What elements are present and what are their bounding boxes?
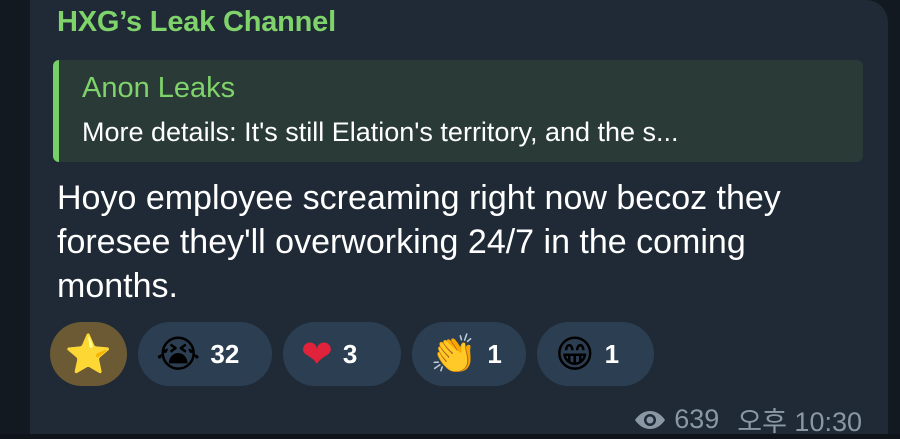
reaction-crying-button[interactable]: 😭 32	[138, 322, 272, 386]
view-count: 639	[674, 404, 720, 434]
message-text: Hoyo employee screaming right now becoz …	[57, 179, 781, 305]
message-meta: 639 오후 10:30	[634, 400, 862, 439]
reply-author: Anon Leaks	[82, 72, 236, 104]
reply-accent-bar	[53, 60, 59, 162]
channel-name[interactable]: HXG’s Leak Channel	[57, 6, 336, 39]
reaction-grin-button[interactable]: 😁 1	[537, 322, 654, 386]
reply-text: More details: It's still Elation's terri…	[82, 117, 679, 147]
reaction-heart-button[interactable]: ❤ 3	[283, 322, 401, 386]
reply-preview[interactable]: Anon Leaks More details: It's still Elat…	[53, 60, 863, 162]
reactions-bar: ⭐ 😭 32 ❤ 3 👏 1 😁 1	[50, 322, 654, 386]
star-icon: ⭐	[64, 332, 113, 376]
reaction-clap-button[interactable]: 👏 1	[412, 322, 526, 386]
reaction-count: 1	[604, 338, 620, 369]
crying-face-icon: 😭	[156, 332, 201, 376]
reaction-count: 32	[210, 338, 240, 369]
eye-icon	[635, 410, 666, 429]
reaction-count: 3	[342, 338, 358, 369]
message-time: 오후 10:30	[737, 407, 862, 437]
reaction-star-button[interactable]: ⭐	[50, 322, 127, 386]
grinning-face-icon: 😁	[555, 332, 595, 376]
reaction-count: 1	[487, 338, 502, 369]
heart-icon: ❤	[301, 332, 333, 376]
clapping-hands-icon: 👏	[430, 332, 478, 376]
